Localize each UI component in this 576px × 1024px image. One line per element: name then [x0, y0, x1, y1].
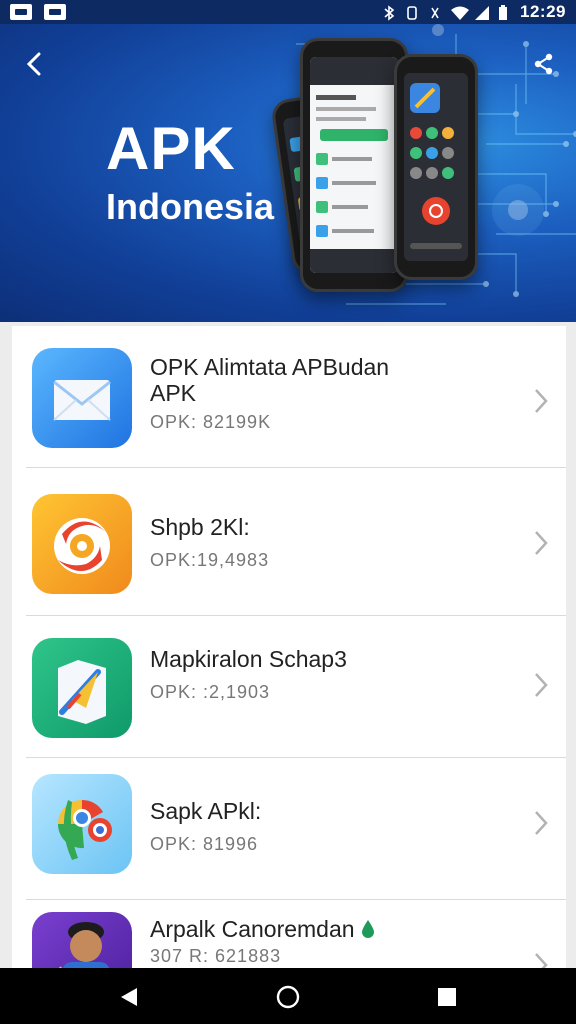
drop-icon: [361, 920, 374, 938]
square-recents-icon[interactable]: [436, 986, 458, 1008]
app-name: Sapk APkl:: [150, 798, 262, 824]
phone-illustration: [394, 54, 478, 280]
circle-home-icon[interactable]: [276, 985, 300, 1009]
app-size: 307 R: 621883: [150, 946, 282, 966]
page-subtitle: Indonesia: [106, 186, 275, 227]
chrome-icon: [32, 774, 132, 874]
mail-icon: [32, 348, 132, 448]
share-icon: [534, 53, 553, 75]
status-bar: 12:29: [0, 0, 576, 24]
signal-icon: [474, 5, 490, 20]
app-name: Arpalk Canoremdan: [150, 916, 375, 942]
notification-icon: [10, 4, 32, 20]
page-title: APK: [106, 115, 236, 182]
app-name: Shpb 2Kl:: [150, 514, 250, 540]
app-list-item[interactable]: Shpb 2Kl: OPK:19,4983: [12, 474, 566, 616]
avatar-icon: [32, 912, 132, 968]
wifi-icon: [451, 5, 470, 20]
triangle-back-icon[interactable]: [117, 985, 141, 1009]
app-size: OPK: :2,1903: [150, 682, 271, 702]
share-button[interactable]: [528, 48, 560, 80]
chevron-right-icon: [535, 811, 548, 835]
app-size: OPK: 82199K: [150, 412, 272, 432]
vibrate-icon: [405, 5, 419, 20]
notification-icon: [44, 4, 66, 20]
app-screen: 12:29 APK Indonesia OPK Alimtata APBudan…: [0, 0, 576, 1024]
app-list: OPK Alimtata APBudan APK OPK: 82199K Shp…: [12, 326, 566, 968]
system-nav-bar: [0, 968, 576, 1024]
app-size: OPK: 81996: [150, 834, 259, 854]
app-list-item[interactable]: Mapkiralon Schap3 OPK: :2,1903: [12, 616, 566, 758]
hero-banner: APK Indonesia: [0, 24, 576, 322]
phone-illustration: [300, 38, 408, 292]
app-size: OPK:19,4983: [150, 550, 270, 570]
chevron-left-icon: [26, 52, 41, 76]
divider: [26, 467, 566, 468]
bluetooth-icon: [382, 5, 396, 21]
back-button[interactable]: [18, 48, 50, 80]
chevron-right-icon: [535, 953, 548, 968]
swirl-icon: [32, 494, 132, 594]
app-list-item[interactable]: OPK Alimtata APBudan APK OPK: 82199K: [12, 326, 566, 468]
chevron-right-icon: [535, 673, 548, 697]
app-list-item[interactable]: Sapk APkl: OPK: 81996: [12, 758, 566, 900]
app-name: Mapkiralon Schap3: [150, 646, 347, 672]
data-icon: [428, 5, 442, 19]
battery-icon: [497, 5, 511, 20]
chevron-right-icon: [535, 531, 548, 555]
app-name: OPK Alimtata APBudan APK: [150, 354, 390, 406]
app-list-item[interactable]: Arpalk Canoremdan 307 R: 621883: [12, 900, 566, 968]
clock: 12:29: [520, 2, 566, 21]
chevron-right-icon: [535, 389, 548, 413]
maps-icon: [32, 638, 132, 738]
